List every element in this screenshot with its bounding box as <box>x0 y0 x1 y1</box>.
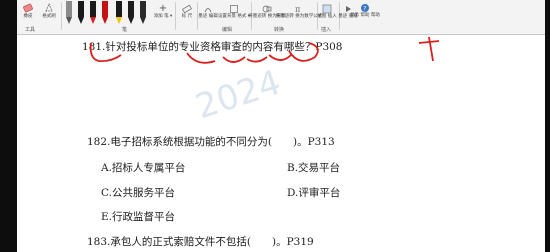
question-182: 182.电子招标系统根据功能的不同分为( )。P313 <box>87 136 335 148</box>
red-ink-annotation <box>89 36 440 64</box>
eraser-label: 橡皮 <box>23 14 33 19</box>
ink-to-shape-icon <box>262 5 272 13</box>
ink-edit-label: 墨迹 编辑 <box>198 14 218 19</box>
ruler-icon <box>182 4 192 14</box>
group-label-edit: 编辑 <box>222 27 233 33</box>
ink-to-math-label: 将墨迹转 换为数学公式 <box>275 14 323 19</box>
highlighter-yellow-icon[interactable] <box>115 1 123 25</box>
show-help-button[interactable]: ? 显示 帮助 帮助 <box>350 3 380 18</box>
group-label-pens: 笔 <box>122 27 128 33</box>
svg-text:π: π <box>295 5 300 14</box>
drawing-insert-button[interactable]: 绘图 插入 <box>317 4 337 19</box>
ink-edit-button[interactable]: 墨迹 编辑 <box>198 4 218 19</box>
drawing-insert-label: 绘图 插入 <box>317 14 337 19</box>
ink-to-math-icon: π <box>295 5 300 14</box>
show-help-label: 显示 帮助 帮助 <box>350 13 380 18</box>
document-page: 2024 181.针对投标单位的专业资格审查的内容有哪些？P308 182.电子… <box>17 35 545 252</box>
background-format-label: 设置背景 格式 ▾ <box>217 14 251 19</box>
help-icon: ? <box>361 4 369 13</box>
background-icon <box>230 5 238 13</box>
ruler-button[interactable]: 标 尺 <box>179 4 195 19</box>
pen-gray-icon[interactable] <box>65 1 73 25</box>
option-c: C.公共服务平台 <box>101 187 175 199</box>
ruler-label: 标 尺 <box>181 14 193 19</box>
group-label-tools: 工具 <box>25 27 36 33</box>
format-painter-label: 格式刷 <box>42 14 56 19</box>
add-pen-label: 添加 笔 ▾ <box>153 14 173 19</box>
eraser-icon <box>23 3 33 13</box>
option-b: B.交易平台 <box>287 162 341 174</box>
separator <box>61 2 62 30</box>
eraser-button[interactable]: 橡皮 <box>21 2 35 19</box>
format-painter-button[interactable]: 格式刷 <box>41 2 57 19</box>
plus-icon: + <box>158 3 168 14</box>
pen-black-3-icon[interactable] <box>139 1 147 25</box>
pen-darkred-icon[interactable] <box>101 1 109 25</box>
svg-text:?: ? <box>363 6 366 13</box>
add-pen-button[interactable]: + 添加 笔 ▾ <box>153 3 173 20</box>
group-label-insert: 插入 <box>321 27 332 33</box>
pen-red-icon[interactable] <box>89 1 97 25</box>
pen-black-icon[interactable] <box>77 1 85 25</box>
background-format-button[interactable]: 设置背景 格式 ▾ <box>217 4 251 19</box>
ink-to-math-button[interactable]: π 将墨迹转 换为数学公式 <box>276 4 322 19</box>
question-183: 183.承包人的正式索赔文件不包括( )。P319 <box>87 236 314 248</box>
ink-edit-icon <box>204 8 212 13</box>
draw-ribbon: 橡皮 格式刷 工具 + 添加 笔 ▾ 笔 标 尺 墨迹 编辑 设置背景 格式 ▾… <box>17 0 545 35</box>
option-d: D.评审平台 <box>287 187 341 199</box>
group-label-convert: 转换 <box>274 27 285 33</box>
left-black-border <box>0 0 17 252</box>
lasso-icon <box>45 2 53 12</box>
separator <box>175 2 176 30</box>
option-a: A.招标人专属平台 <box>101 162 186 174</box>
drawing-canvas-icon <box>322 4 332 14</box>
pen-black-2-icon[interactable] <box>127 1 135 25</box>
option-e: E.行政监督平台 <box>101 211 176 223</box>
